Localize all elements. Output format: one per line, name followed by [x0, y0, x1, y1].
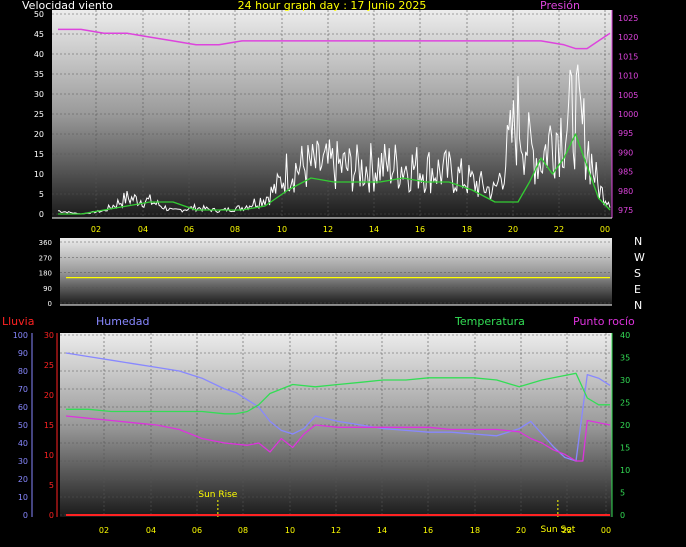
wind-y-tick-label: 45 — [34, 30, 44, 39]
climate-x-tick-label: 02 — [99, 526, 109, 535]
temperature-y-tick-label: 20 — [620, 421, 630, 430]
pressure-y-tick-label: 1005 — [618, 91, 638, 100]
temperature-y-tick-label: 10 — [620, 466, 630, 475]
climate-x-tick-label: 12 — [331, 526, 341, 535]
climate-x-tick-label: 08 — [238, 526, 248, 535]
wind-x-tick-label: 20 — [508, 225, 518, 234]
wind-x-tick-label: 04 — [138, 225, 148, 234]
temperature-y-tick-label: 15 — [620, 444, 630, 453]
pressure-y-tick-label: 980 — [618, 187, 633, 196]
wind-x-tick-label: 02 — [91, 225, 101, 234]
pressure-y-tick-label: 1000 — [618, 110, 638, 119]
wind-y-tick-label: 15 — [34, 150, 44, 159]
pressure-y-tick-label: 1025 — [618, 14, 638, 23]
temperature-y-tick-label: 5 — [620, 489, 625, 498]
direction-y-tick-label: 90 — [43, 285, 52, 293]
rain-y-tick-label: 5 — [49, 481, 54, 490]
pressure-y-tick-label: 1010 — [618, 72, 638, 81]
wind-y-tick-label: 0 — [39, 210, 44, 219]
weather-graph: 0510152025303540455097598098599099510001… — [2, 0, 645, 535]
pressure-y-tick-label: 990 — [618, 148, 633, 157]
direction-y-tick-label: 180 — [39, 270, 52, 278]
pressure-y-tick-label: 975 — [618, 206, 633, 215]
wind-y-tick-label: 40 — [34, 50, 44, 59]
direction-y-tick-label: 0 — [48, 300, 52, 308]
humidity-y-tick-label: 70 — [18, 385, 28, 394]
pressure-y-tick-label: 1020 — [618, 33, 638, 42]
wind-x-tick-label: 10 — [277, 225, 287, 234]
wind-x-tick-label: 22 — [554, 225, 564, 234]
climate-x-tick-label: 04 — [146, 526, 156, 535]
wind-x-tick-label: 14 — [369, 225, 379, 234]
sunrise-label: Sun Rise — [198, 490, 237, 500]
humidity-y-tick-label: 90 — [18, 349, 28, 358]
wind-y-tick-label: 20 — [34, 130, 44, 139]
temperature-y-tick-label: 0 — [620, 511, 625, 520]
rain-label: Lluvia — [2, 315, 34, 328]
climate-x-tick-label: 00 — [601, 526, 611, 535]
wind-speed-label: Velocidad viento — [22, 0, 113, 12]
humidity-y-tick-label: 50 — [18, 421, 28, 430]
wind-x-tick-label: 16 — [415, 225, 425, 234]
humidity-y-tick-label: 10 — [18, 493, 28, 502]
humidity-y-tick-label: 40 — [18, 439, 28, 448]
climate-x-tick-label: 16 — [423, 526, 433, 535]
humidity-y-tick-label: 0 — [23, 511, 28, 520]
rain-y-tick-label: 10 — [44, 451, 54, 460]
dewpoint-label: Punto rocío — [573, 315, 635, 328]
temperature-label: Temperatura — [454, 315, 525, 328]
humidity-label: Humedad — [96, 315, 149, 328]
pressure-y-tick-label: 1015 — [618, 52, 638, 61]
climate-x-tick-label: 20 — [516, 526, 526, 535]
temperature-y-tick-label: 40 — [620, 331, 630, 340]
direction-y-tick-label: 360 — [39, 239, 52, 247]
humidity-y-tick-label: 100 — [13, 331, 28, 340]
temperature-y-tick-label: 30 — [620, 376, 630, 385]
compass-w: W — [634, 251, 645, 264]
compass-e: E — [634, 283, 641, 296]
rain-y-tick-label: 15 — [44, 421, 54, 430]
rain-y-tick-label: 0 — [49, 511, 54, 520]
wind-x-tick-label: 08 — [230, 225, 240, 234]
temperature-y-tick-label: 25 — [620, 399, 630, 408]
pressure-y-tick-label: 995 — [618, 129, 633, 138]
wind-x-tick-label: 18 — [462, 225, 472, 234]
wind-y-tick-label: 5 — [39, 190, 44, 199]
humidity-y-tick-label: 80 — [18, 367, 28, 376]
pressure-label: Presión — [540, 0, 580, 12]
wind-y-tick-label: 10 — [34, 170, 44, 179]
wind-y-tick-label: 35 — [34, 70, 44, 79]
climate-x-tick-label: 18 — [470, 526, 480, 535]
humidity-y-tick-label: 30 — [18, 457, 28, 466]
rain-y-tick-label: 30 — [44, 331, 54, 340]
climate-x-tick-label: 06 — [192, 526, 202, 535]
chart-title: 24 hour graph day : 17 Junio 2025 — [238, 0, 427, 12]
compass-n-bottom: N — [634, 299, 642, 312]
direction-plot-area — [60, 238, 612, 305]
compass-n-top: N — [634, 235, 642, 248]
rain-y-tick-label: 20 — [44, 391, 54, 400]
wind-y-tick-label: 30 — [34, 90, 44, 99]
climate-x-tick-label: 10 — [285, 526, 295, 535]
wind-x-tick-label: 00 — [600, 225, 610, 234]
direction-y-tick-label: 270 — [39, 254, 52, 262]
rain-y-tick-label: 25 — [44, 361, 54, 370]
pressure-y-tick-label: 985 — [618, 168, 633, 177]
compass-s: S — [634, 267, 641, 280]
humidity-y-tick-label: 20 — [18, 475, 28, 484]
temperature-y-tick-label: 35 — [620, 354, 630, 363]
climate-x-tick-label: 14 — [377, 526, 387, 535]
humidity-y-tick-label: 60 — [18, 403, 28, 412]
wind-x-tick-label: 06 — [184, 225, 194, 234]
wind-y-tick-label: 25 — [34, 110, 44, 119]
wind-x-tick-label: 12 — [323, 225, 333, 234]
sunset-label: Sun Set — [540, 525, 575, 535]
